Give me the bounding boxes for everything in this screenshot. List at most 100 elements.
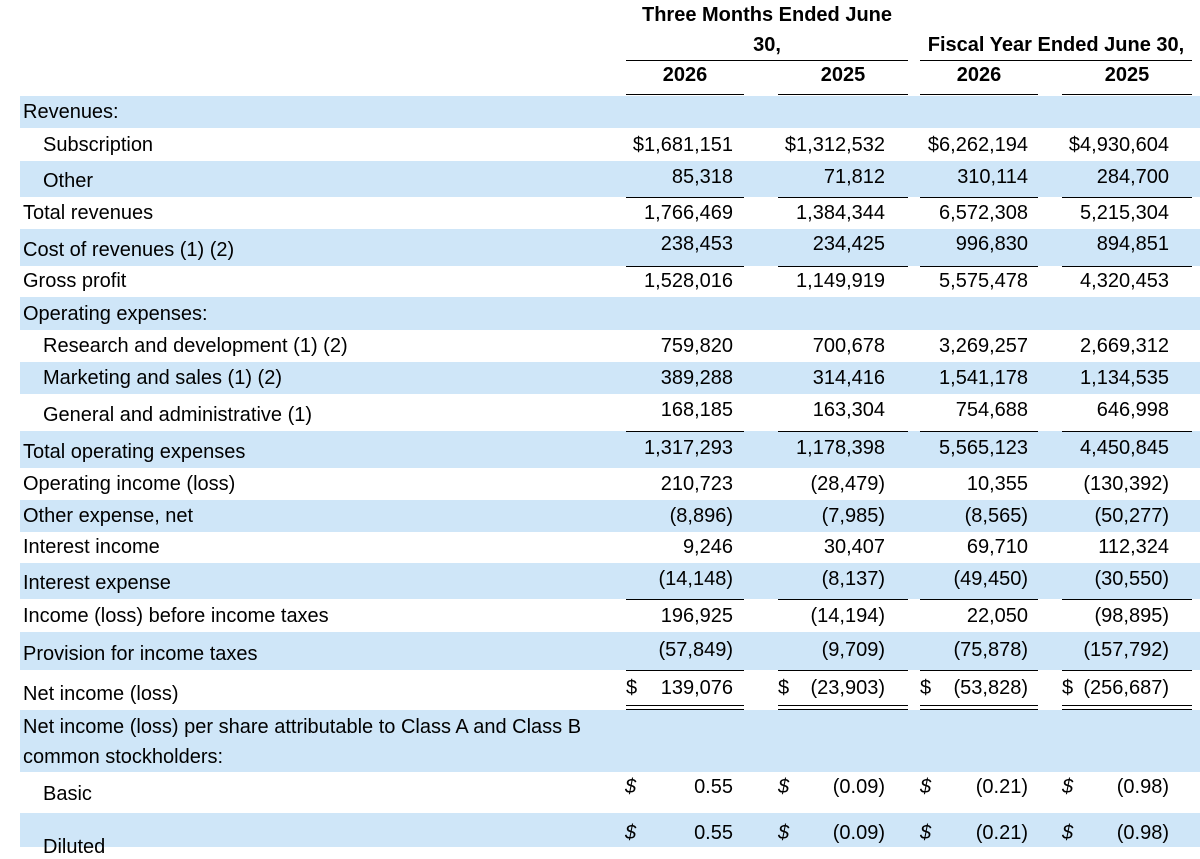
cell-value: (53,828) — [953, 677, 1029, 699]
cell-value: 5,215,304 — [1080, 202, 1169, 224]
cell-value: (8,565) — [964, 505, 1028, 527]
table-row: Income (loss) before income taxes 196,92… — [20, 599, 1200, 632]
currency-symbol: $ — [1062, 776, 1074, 798]
cell-value: 1,528,016 — [644, 270, 733, 292]
rule-line — [626, 670, 744, 671]
row-label: Total operating expenses — [23, 441, 246, 463]
rule-line — [778, 670, 908, 671]
cell-value: 5,575,478 — [939, 270, 1028, 292]
currency-symbol: $ — [778, 677, 790, 699]
cell-value: 6,572,308 — [939, 202, 1028, 224]
cell-value: $6,262,194 — [927, 134, 1028, 156]
cell-value: (50,277) — [1094, 505, 1170, 527]
table-row: Provision for income taxes (57,849) (9,7… — [20, 632, 1200, 670]
cell-value: (157,792) — [1083, 639, 1169, 661]
row-label: Interest income — [23, 536, 160, 558]
currency-symbol: $ — [625, 776, 637, 798]
table-row: Total operating expenses 1,317,293 1,178… — [20, 431, 1200, 468]
rule-line — [626, 197, 744, 198]
rule-line — [920, 431, 1038, 432]
year-underline — [1062, 94, 1192, 95]
row-label: Research and development (1) (2) — [43, 335, 348, 357]
cell-value: $1,312,532 — [784, 134, 885, 156]
year-underline — [626, 94, 744, 95]
cell-value: $4,930,604 — [1068, 134, 1169, 156]
table-row: Interest income 9,246 30,407 69,710 112,… — [20, 532, 1200, 563]
row-label: Net income (loss) — [23, 683, 179, 705]
cell-value: 2,669,312 — [1080, 335, 1169, 357]
currency-symbol: $ — [626, 677, 638, 699]
cell-value: (130,392) — [1083, 473, 1169, 495]
table-row: Other 85,318 71,812 310,114 284,700 — [20, 161, 1200, 197]
cell-value: (0.21) — [975, 822, 1028, 844]
rule-line — [778, 431, 908, 432]
table-row: Subscription $1,681,151 $1,312,532 $6,26… — [20, 128, 1200, 161]
cell-value: 894,851 — [1096, 233, 1169, 255]
cell-value: 1,134,535 — [1080, 367, 1169, 389]
cell-value: (0.09) — [832, 776, 885, 798]
rule-line — [1062, 431, 1192, 432]
table-row: Net income (loss) per share attributable… — [20, 710, 1200, 772]
year-header-fy-2025: 2025 — [1104, 64, 1150, 86]
rule-line — [1062, 266, 1192, 267]
cell-value: 4,320,453 — [1080, 270, 1169, 292]
rule-line — [778, 599, 908, 600]
cell-value: 1,149,919 — [796, 270, 885, 292]
rule-line — [920, 670, 1038, 671]
row-label: General and administrative (1) — [43, 404, 313, 426]
year-header-q-2025: 2025 — [820, 64, 866, 86]
row-label: Gross profit — [23, 270, 127, 292]
year-header-q-2026: 2026 — [662, 64, 708, 86]
table-row: Net income (loss) $ 139,076 $ (23,903) $… — [20, 670, 1200, 710]
rule-line — [920, 599, 1038, 600]
cell-value: 30,407 — [823, 536, 885, 558]
rule-line — [778, 197, 908, 198]
cell-value: 700,678 — [812, 335, 885, 357]
currency-symbol: $ — [920, 822, 932, 844]
rule-line — [778, 266, 908, 267]
cell-value: (8,137) — [821, 568, 885, 590]
cell-value: (256,687) — [1083, 677, 1169, 699]
cell-value: 71,812 — [823, 166, 885, 188]
cell-value: 10,355 — [966, 473, 1028, 495]
row-label: Other — [43, 170, 94, 192]
cell-value: $1,681,151 — [632, 134, 733, 156]
header-fiscal-year: Fiscal Year Ended June 30, — [927, 34, 1185, 56]
cell-value: (98,895) — [1094, 605, 1170, 627]
cell-value: (49,450) — [953, 568, 1029, 590]
cell-value: (8,896) — [669, 505, 733, 527]
cell-value: 9,246 — [682, 536, 733, 558]
cell-value: 4,450,845 — [1080, 437, 1169, 459]
cell-value: 314,416 — [812, 367, 885, 389]
row-label: Provision for income taxes — [23, 643, 258, 665]
currency-symbol: $ — [778, 776, 790, 798]
row-label: Total revenues — [23, 202, 154, 224]
cell-value: 163,304 — [812, 399, 885, 421]
row-label: Interest expense — [23, 572, 171, 594]
row-label: Net income (loss) per share attributable… — [23, 716, 582, 768]
table-row: Research and development (1) (2) 759,820… — [20, 330, 1200, 362]
cell-value: 22,050 — [966, 605, 1028, 627]
cell-value: 69,710 — [966, 536, 1028, 558]
cell-value: 3,269,257 — [939, 335, 1028, 357]
rule-line — [920, 266, 1038, 267]
cell-value: 238,453 — [660, 233, 733, 255]
rule-line — [1062, 599, 1192, 600]
cell-value: 310,114 — [957, 166, 1028, 188]
cell-value: (57,849) — [658, 639, 734, 661]
cell-value: 389,288 — [660, 367, 733, 389]
cell-value: (75,878) — [953, 639, 1029, 661]
cell-value: (0.98) — [1116, 776, 1169, 798]
cell-value: 0.55 — [694, 822, 733, 844]
cell-value: 996,830 — [955, 233, 1028, 255]
rule-line — [1062, 197, 1192, 198]
cell-value: (28,479) — [810, 473, 886, 495]
table-row: Basic $ 0.55 $ (0.09) $ (0.21) $ (0.98) — [20, 772, 1200, 813]
rule-line — [920, 197, 1038, 198]
row-label: Operating income (loss) — [23, 473, 236, 495]
row-label: Operating expenses: — [23, 303, 208, 325]
cell-value: (0.09) — [832, 822, 885, 844]
table-row: Gross profit 1,528,016 1,149,919 5,575,4… — [20, 266, 1200, 297]
cell-value: (0.98) — [1116, 822, 1169, 844]
table-row: Revenues: — [20, 96, 1200, 128]
